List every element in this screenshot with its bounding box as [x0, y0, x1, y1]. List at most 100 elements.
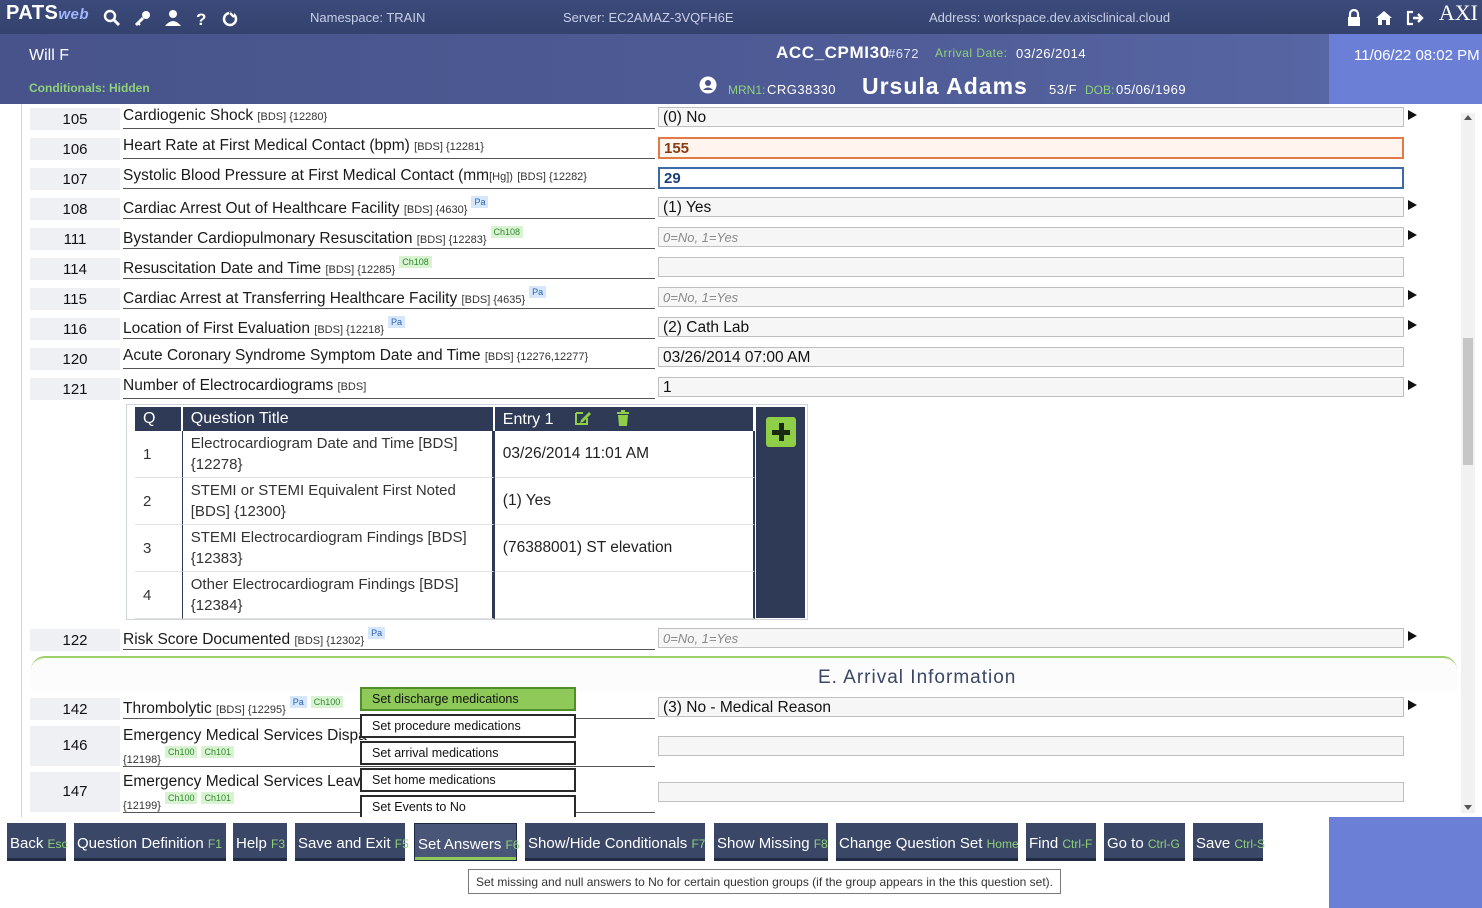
power-icon[interactable]	[221, 9, 239, 27]
menu-item[interactable]: Set procedure medications	[360, 714, 576, 738]
question-title: Heart Rate at First Medical Contact (bpm…	[123, 136, 655, 159]
conditionals-status: Conditionals: Hidden	[29, 81, 150, 95]
subgrid-value[interactable]	[494, 572, 755, 619]
find-button[interactable]: Find Ctrl-F	[1026, 823, 1096, 861]
ecg-subgrid: Q Question Title Entry 1 1 Electrocardiog…	[126, 404, 808, 620]
question-title-text: Cardiogenic Shock	[123, 107, 254, 124]
question-number: 122	[30, 629, 120, 651]
badge: Ch101	[201, 746, 234, 758]
question-row-121: 121 Number of Electrocardiograms [BDS] 1	[22, 374, 1462, 404]
answer-field[interactable]: 0=No, 1=Yes	[658, 628, 1404, 648]
expand-arrow-icon[interactable]	[1408, 320, 1417, 330]
button-shortcut: Ctrl-F	[1062, 837, 1093, 851]
set-answers-button[interactable]: Set Answers F6	[414, 823, 520, 861]
patient-icon[interactable]	[699, 76, 717, 94]
expand-arrow-icon[interactable]	[1408, 230, 1417, 240]
entry-label: Entry 1	[502, 410, 554, 428]
answer-field[interactable]: 03/26/2014 07:00 AM	[658, 347, 1404, 367]
subgrid-q: 1	[135, 431, 183, 478]
ecg-table: Q Question Title Entry 1 1 Electrocardiog…	[135, 407, 755, 619]
help-icon[interactable]: ?	[193, 9, 211, 27]
scrollbar[interactable]	[1461, 113, 1475, 813]
answer-field[interactable]	[658, 782, 1404, 802]
show-hide-conditionals-button[interactable]: Show/Hide Conditionals F7	[525, 823, 705, 861]
logout-icon[interactable]	[1406, 9, 1424, 27]
question-title: Bystander Cardiopulmonary Resuscitation …	[123, 226, 655, 249]
answer-field[interactable]	[658, 257, 1404, 277]
save-button[interactable]: Save Ctrl-S	[1193, 823, 1265, 861]
menu-item[interactable]: Set Events to No	[360, 795, 576, 819]
scroll-up-icon[interactable]	[1464, 115, 1472, 120]
menu-item[interactable]: Set home medications	[360, 768, 576, 792]
current-datetime: 11/06/22 08:02 PM	[1354, 47, 1480, 64]
menu-item[interactable]: Set arrival medications	[360, 741, 576, 765]
show-missing-button[interactable]: Show Missing F8	[714, 823, 828, 861]
button-shortcut: F6	[505, 838, 520, 852]
expand-arrow-icon[interactable]	[1408, 110, 1417, 120]
col-q: Q	[135, 407, 183, 431]
edit-icon[interactable]	[574, 410, 592, 426]
expand-arrow-icon[interactable]	[1408, 631, 1417, 641]
badge: Pa	[471, 196, 489, 208]
brand-logo: AXI	[1438, 0, 1478, 25]
question-number: 111	[30, 228, 120, 250]
question-meta: [BDS] {12283}	[416, 234, 487, 246]
menu-item[interactable]: Set discharge medications	[360, 687, 576, 711]
button-label: Help	[236, 835, 267, 852]
question-title: Number of Electrocardiograms [BDS]	[123, 376, 655, 399]
expand-arrow-icon[interactable]	[1408, 700, 1417, 710]
badge: Pa	[388, 316, 406, 328]
search-icon[interactable]	[103, 9, 121, 27]
answer-field[interactable]	[658, 736, 1404, 756]
lock-icon[interactable]	[1345, 9, 1363, 27]
answer-field[interactable]: 0=No, 1=Yes	[658, 287, 1404, 307]
datetime-box: 11/06/22 08:02 PM	[1329, 34, 1482, 104]
button-label: Save	[1196, 835, 1231, 852]
button-shortcut: Esc	[47, 837, 68, 851]
add-icon[interactable]	[766, 417, 796, 447]
answer-field[interactable]: (2) Cath Lab	[658, 317, 1404, 337]
subgrid-value[interactable]: (76388001) ST elevation	[494, 525, 755, 572]
home-icon[interactable]	[1375, 9, 1393, 27]
question-row-111: 111 Bystander Cardiopulmonary Resuscitati…	[22, 224, 1462, 254]
subgrid-value[interactable]: (1) Yes	[494, 478, 755, 525]
user-icon[interactable]	[164, 9, 182, 27]
question-definition-button[interactable]: Question Definition F1	[74, 823, 226, 861]
subgrid-title: STEMI Electrocardiogram Findings [BDS] {…	[182, 525, 495, 572]
answer-field[interactable]: 29	[658, 167, 1404, 189]
trash-icon[interactable]	[616, 409, 630, 426]
form-name: ACC_CPMI30	[776, 43, 890, 62]
scroll-down-icon[interactable]	[1464, 805, 1472, 810]
badge: Ch108	[399, 256, 432, 268]
button-label: Show Missing	[717, 835, 810, 852]
answer-field[interactable]: 155	[658, 137, 1404, 159]
dob-value: 05/06/1969	[1116, 82, 1187, 97]
button-label: Question Definition	[77, 835, 204, 852]
answer-field[interactable]: (1) Yes	[658, 197, 1404, 217]
mrn-value: CRG38330	[767, 82, 837, 97]
top-bar: PATSweb ? Namespace: TRAIN Server: EC2AM…	[0, 0, 1482, 34]
subgrid-value[interactable]: 03/26/2014 11:01 AM	[494, 431, 755, 478]
answer-field[interactable]: (0) No	[658, 107, 1404, 127]
scroll-thumb[interactable]	[1463, 338, 1473, 465]
question-title: Cardiac Arrest Out of Healthcare Facilit…	[123, 196, 655, 219]
help-button[interactable]: Help F3	[233, 823, 287, 861]
question-title-text: Thrombolytic	[123, 700, 212, 717]
question-row-116: 116 Location of First Evaluation [BDS] {1…	[22, 314, 1462, 344]
expand-arrow-icon[interactable]	[1408, 200, 1417, 210]
expand-arrow-icon[interactable]	[1408, 380, 1417, 390]
address-label: Address: workspace.dev.axisclinical.clou…	[929, 10, 1171, 25]
answer-field[interactable]: (3) No - Medical Reason	[658, 697, 1404, 717]
save-and-exit-button[interactable]: Save and Exit F5	[295, 823, 409, 861]
badge: Ch100	[164, 746, 198, 758]
back-button[interactable]: Back Esc	[7, 823, 68, 861]
question-number: 121	[30, 378, 120, 400]
go-to-button[interactable]: Go to Ctrl-G	[1104, 823, 1185, 861]
expand-arrow-icon[interactable]	[1408, 290, 1417, 300]
answer-field[interactable]: 1	[658, 377, 1404, 397]
change-question-set-button[interactable]: Change Question Set Home	[836, 823, 1019, 861]
answer-field[interactable]: 0=No, 1=Yes	[658, 227, 1404, 247]
key-icon[interactable]	[134, 9, 152, 27]
question-meta: [BDS] {4635}	[461, 294, 526, 306]
arrival-date-value: 03/26/2014	[1016, 46, 1087, 61]
